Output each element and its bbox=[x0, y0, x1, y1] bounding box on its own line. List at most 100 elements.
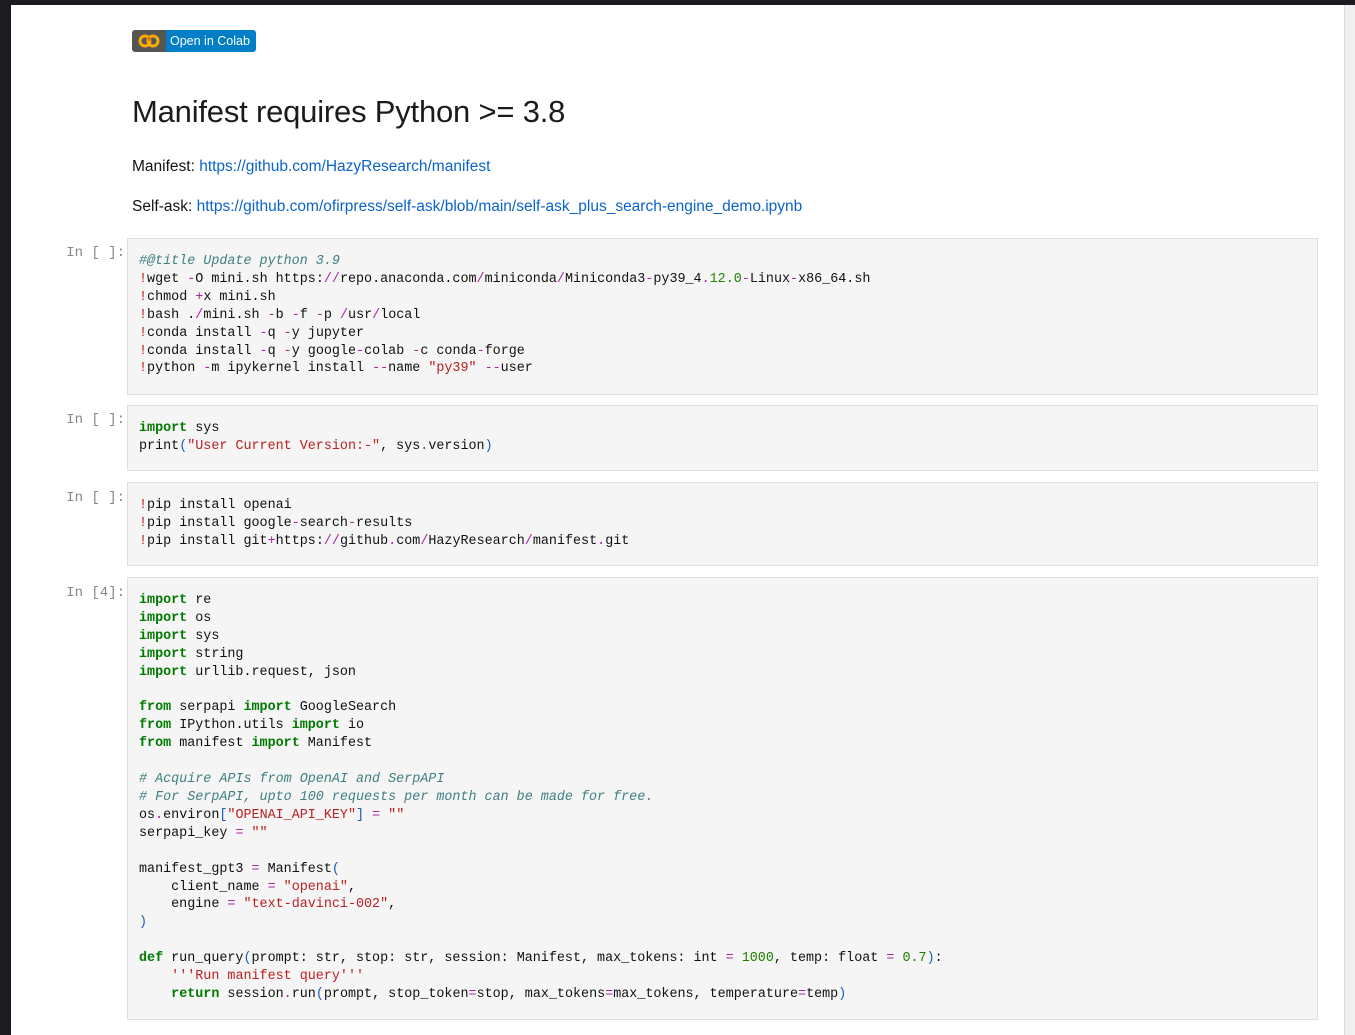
code-token: ! bbox=[139, 498, 148, 513]
code-token: ! bbox=[139, 533, 148, 549]
code-token: temp bbox=[806, 986, 839, 1002]
code-token: "py39" bbox=[428, 361, 477, 377]
code-token: results bbox=[356, 515, 413, 531]
code-token: import bbox=[243, 700, 292, 716]
code-token: # For SerpAPI, upto 100 requests per mon… bbox=[139, 789, 654, 805]
code-token: "OPENAI_API_KEY" bbox=[227, 807, 356, 823]
code-line: import os bbox=[139, 611, 211, 626]
code-token: -- bbox=[476, 361, 501, 377]
code-token: - bbox=[291, 515, 300, 531]
code-token: urllib.request, json bbox=[187, 664, 356, 680]
code-token: - bbox=[283, 325, 292, 341]
code-token: re bbox=[187, 593, 212, 608]
code-token: = bbox=[798, 986, 807, 1002]
code-token: name bbox=[388, 361, 429, 377]
code-line: '''Run manifest query''' bbox=[139, 969, 364, 984]
code-line: engine = "text-davinci-002", bbox=[139, 897, 396, 912]
code-token: pip install git bbox=[147, 533, 268, 549]
code-line: import sys bbox=[139, 421, 219, 436]
code-cell-1[interactable]: #@title Update python 3.9 !wget -O mini.… bbox=[127, 238, 1318, 395]
cell-3-prompt: In [ ]: bbox=[66, 490, 125, 506]
code-token: q bbox=[267, 343, 284, 359]
code-token: "text-davinci-002" bbox=[235, 897, 389, 913]
code-token: import bbox=[139, 646, 188, 662]
code-token: string bbox=[187, 646, 244, 662]
code-line: !python -m ipykernel install --name "py3… bbox=[139, 361, 533, 376]
code-line: !conda install -q -y google-colab -c con… bbox=[139, 344, 525, 359]
code-token: m ipykernel install bbox=[211, 361, 373, 377]
code-token: ! bbox=[139, 361, 148, 377]
code-token: import bbox=[139, 664, 188, 680]
code-token: os bbox=[139, 807, 156, 823]
code-token: py39_4 bbox=[653, 271, 702, 287]
open-in-colab-badge[interactable]: Open in Colab bbox=[132, 30, 256, 52]
code-token: 1000 bbox=[733, 951, 774, 967]
code-line: # Acquire APIs from OpenAI and SerpAPI bbox=[139, 772, 444, 787]
code-line: !pip install google-search-results bbox=[139, 516, 412, 531]
code-token: / bbox=[556, 271, 565, 287]
code-token: ! bbox=[139, 271, 148, 287]
code-token: , temp: float bbox=[773, 951, 887, 967]
code-cell-3-source[interactable]: !pip install openai !pip install google-… bbox=[128, 483, 1317, 551]
code-line: !pip install git+https://github.com/Hazy… bbox=[139, 534, 629, 549]
code-token: environ bbox=[163, 807, 220, 823]
code-token: IPython.utils bbox=[171, 718, 292, 734]
code-token: "User Current Version:-" bbox=[187, 438, 381, 454]
code-token: = bbox=[267, 879, 276, 895]
code-token: / bbox=[339, 307, 349, 323]
code-token: . bbox=[283, 986, 292, 1002]
code-token: f bbox=[299, 307, 316, 323]
code-cell-2[interactable]: import sys print("User Current Version:-… bbox=[127, 405, 1318, 471]
code-token: sys bbox=[187, 421, 220, 436]
code-token: = bbox=[605, 986, 614, 1002]
scrollbar-track[interactable] bbox=[1344, 5, 1355, 1035]
code-token: ! bbox=[139, 289, 148, 305]
code-token: x86_64.sh bbox=[798, 271, 871, 287]
code-token: / bbox=[476, 271, 485, 287]
code-token: import bbox=[291, 718, 340, 734]
code-token: HazyResearch bbox=[428, 533, 525, 549]
code-cell-4[interactable]: import re import os import sys import st… bbox=[127, 577, 1318, 1020]
code-token: # Acquire APIs from OpenAI and SerpAPI bbox=[139, 772, 445, 788]
code-line: from serpapi import GoogleSearch bbox=[139, 700, 396, 715]
code-token: https: bbox=[275, 533, 324, 549]
code-token: run_query bbox=[163, 951, 244, 967]
self-ask-label: Self-ask: bbox=[132, 198, 193, 215]
code-token: from bbox=[139, 718, 172, 734]
code-token: colab bbox=[364, 343, 413, 359]
code-token: miniconda bbox=[484, 271, 557, 287]
code-token: pip install openai bbox=[147, 498, 292, 513]
code-token: max_tokens, temperature bbox=[613, 986, 799, 1002]
code-cell-1-source[interactable]: #@title Update python 3.9 !wget -O mini.… bbox=[128, 239, 1317, 378]
code-token: python bbox=[147, 361, 204, 377]
code-token: : bbox=[934, 951, 943, 967]
page-title: Manifest requires Python >= 3.8 bbox=[132, 94, 566, 129]
code-token: - bbox=[790, 271, 799, 287]
notebook-page: Open in Colab Manifest requires Python >… bbox=[11, 5, 1344, 1035]
code-token: y jupyter bbox=[291, 325, 365, 341]
code-token: y google bbox=[291, 343, 357, 359]
code-token: // bbox=[323, 271, 340, 287]
code-line: from manifest import Manifest bbox=[139, 736, 372, 751]
self-ask-link[interactable]: https://github.com/ofirpress/self-ask/bl… bbox=[197, 198, 803, 215]
code-token: os bbox=[187, 610, 212, 626]
code-token: version bbox=[428, 438, 485, 454]
code-token: = bbox=[364, 807, 381, 823]
manifest-link[interactable]: https://github.com/HazyResearch/manifest bbox=[199, 158, 490, 175]
code-cell-3[interactable]: !pip install openai !pip install google-… bbox=[127, 482, 1318, 566]
code-cell-4-source[interactable]: import re import os import sys import st… bbox=[128, 578, 1317, 1004]
code-token: return bbox=[171, 986, 220, 1002]
cell-4-prompt: In [4]: bbox=[66, 585, 125, 601]
code-cell-2-source[interactable]: import sys print("User Current Version:-… bbox=[128, 406, 1317, 456]
self-ask-link-paragraph: Self-ask: https://github.com/ofirpress/s… bbox=[132, 198, 802, 216]
code-token: 12.0 bbox=[709, 271, 742, 287]
code-token: run bbox=[291, 986, 316, 1002]
code-token: - bbox=[259, 325, 268, 341]
code-token: client_name bbox=[139, 879, 268, 895]
code-line: !pip install openai bbox=[139, 498, 292, 513]
code-token: from bbox=[139, 700, 172, 716]
code-token: io bbox=[339, 718, 365, 734]
code-token: ) bbox=[139, 915, 148, 931]
code-line: # For SerpAPI, upto 100 requests per mon… bbox=[139, 790, 653, 805]
code-line: os.environ["OPENAI_API_KEY"] = "" bbox=[139, 808, 404, 823]
